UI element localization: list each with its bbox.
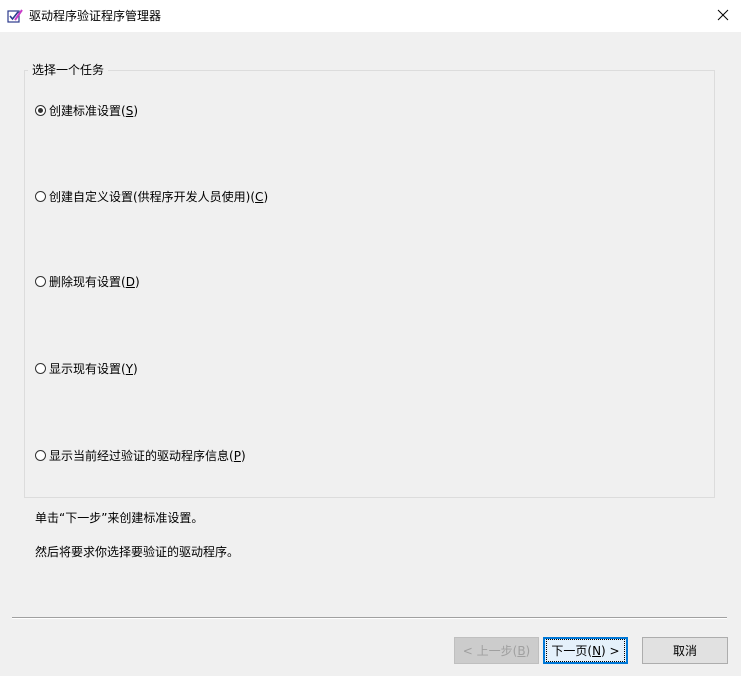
window-title: 驱动程序验证程序管理器 [29,9,162,23]
radio-button[interactable] [35,362,46,374]
radio-button[interactable] [35,449,46,461]
option-label: 显示现有设置(Y) [49,361,138,376]
close-icon [717,9,729,24]
footer-separator [12,617,727,619]
option-display-existing[interactable]: 显示现有设置(Y) [35,360,138,376]
description-line-2: 然后将要求你选择要验证的驱动程序。 [35,545,240,559]
close-button[interactable] [705,0,741,32]
description-line-1: 单击“下一步”来创建标准设置。 [35,511,204,525]
cancel-button[interactable]: 取消 [642,637,728,664]
radio-button-checked[interactable] [35,104,46,116]
option-label: 创建标准设置(S) [49,103,138,118]
back-button[interactable]: < 上一步(B) [454,637,539,664]
groupbox-label: 选择一个任务 [28,63,109,77]
radio-button[interactable] [35,275,46,287]
option-label: 显示当前经过验证的驱动程序信息(P) [49,448,246,463]
option-create-standard[interactable]: 创建标准设置(S) [35,102,138,118]
option-label: 删除现有设置(D) [49,274,140,289]
next-button[interactable]: 下一页(N) > [543,637,628,664]
option-display-verified-info[interactable]: 显示当前经过验证的驱动程序信息(P) [35,447,246,463]
option-create-custom[interactable]: 创建自定义设置(供程序开发人员使用)(C) [35,188,268,204]
focus-rect: 下一页(N) > [546,639,625,662]
radio-button[interactable] [35,190,46,202]
checklist-pen-icon [7,8,23,24]
option-delete-existing[interactable]: 删除现有设置(D) [35,273,140,289]
title-bar: 驱动程序验证程序管理器 [0,0,741,32]
option-label: 创建自定义设置(供程序开发人员使用)(C) [49,189,269,204]
